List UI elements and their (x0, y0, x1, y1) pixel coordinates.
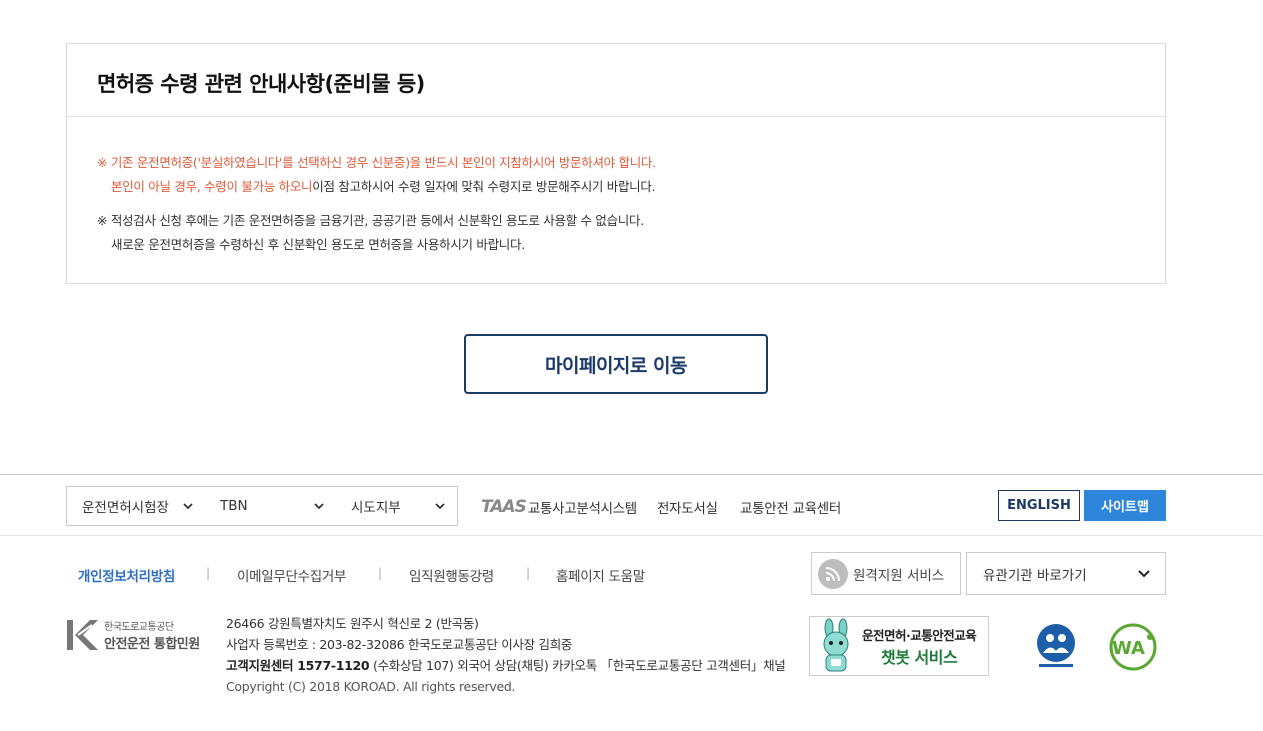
english-button[interactable]: ENGLISH (998, 490, 1080, 521)
related-orgs-label: 유관기관 바로가기 (983, 567, 1087, 584)
notice-title: 면허증 수령 관련 안내사항(준비물 등) (97, 72, 425, 96)
privacy-policy-link[interactable]: 개인정보처리방침 (78, 565, 175, 585)
address-text: 26466 강원특별자치도 원주시 혁신로 2 (반곡동) (226, 616, 479, 631)
logo-service-name: 안전운전 통합민원 (104, 637, 200, 652)
select-label: TBN (220, 498, 248, 514)
call-center-detail: (수화상담 107) 외국어 상담(채팅) 카카오톡 「한국도로교통공단 고객센… (369, 658, 786, 673)
homepage-help-link[interactable]: 홈페이지 도움말 (556, 565, 645, 585)
call-center-text: 고객지원센터 1577-1120 (수화상담 107) 외국어 상담(채팅) 카… (226, 655, 786, 676)
select-branch[interactable]: 시도지부 (336, 486, 458, 526)
notice-line: ※ 기존 운전면허증('분실하였습니다'를 선택하신 경우 신분증)을 반드시 … (97, 155, 656, 170)
rss-icon (818, 558, 848, 589)
code-of-conduct-link[interactable]: 임직원행동강령 (409, 565, 494, 585)
separator: | (206, 566, 211, 580)
chatbot-title: 챗봇 서비스 (881, 647, 958, 667)
notice-body: ※ 기존 운전면허증('분실하였습니다'를 선택하신 경우 신분증)을 반드시 … (67, 117, 1165, 257)
privacy-certification-badge-icon (1037, 624, 1075, 667)
notice-line: 본인이 아닐 경우, 수령이 불가능 하오니이점 참고하시어 수령 일자에 맞춰… (97, 175, 1135, 199)
taas-link[interactable]: TAAS 교통사고분석시스템 (481, 497, 637, 517)
related-orgs-select[interactable]: 유관기관 바로가기 (966, 552, 1166, 595)
separator: | (378, 566, 383, 580)
chevron-down-icon (183, 503, 193, 510)
remote-support-label: 원격지원 서비스 (853, 567, 945, 584)
notice-box: 면허증 수령 관련 안내사항(준비물 등) ※ 기존 운전면허증('분실하였습니… (66, 43, 1166, 284)
notice-paragraph-2: ※ 적성검사 신청 후에는 기존 운전면허증을 금융기관, 공공기관 등에서 신… (97, 209, 1135, 257)
chatbot-mascot-icon (823, 618, 849, 672)
koroad-logo-icon (67, 620, 98, 650)
select-test-center[interactable]: 운전면허시험장 (66, 486, 206, 526)
taas-logo: TAAS (481, 497, 527, 517)
chatbot-service-banner[interactable]: 운전면허·교통안전교육 챗봇 서비스 (809, 616, 989, 676)
taas-label: 교통사고분석시스템 (527, 501, 637, 517)
chatbot-subtitle: 운전면허·교통안전교육 (862, 627, 977, 643)
chevron-down-icon (435, 503, 445, 510)
sitemap-button[interactable]: 사이트맵 (1084, 490, 1166, 521)
ebook-library-link[interactable]: 전자도서실 (657, 497, 718, 517)
traffic-education-link[interactable]: 교통안전 교육센터 (740, 497, 841, 517)
notice-line: ※ 적성검사 신청 후에는 기존 운전면허증을 금융기관, 공공기관 등에서 신… (97, 213, 644, 228)
footer-address-block: 26466 강원특별자치도 원주시 혁신로 2 (반곡동) 사업자 등록번호 :… (226, 613, 786, 697)
select-label: 운전면허시험장 (82, 500, 169, 516)
notice-warning-text: 본인이 아닐 경우, 수령이 불가능 하오니 (111, 179, 313, 194)
email-refusal-link[interactable]: 이메일무단수집거부 (237, 565, 346, 585)
chevron-down-icon (314, 503, 324, 510)
chevron-down-icon (1138, 570, 1150, 578)
select-label: 시도지부 (351, 500, 401, 516)
call-center-label: 고객지원센터 1577-1120 (226, 658, 370, 673)
notice-paragraph-1: ※ 기존 운전면허증('분실하였습니다'를 선택하신 경우 신분증)을 반드시 … (97, 151, 1135, 199)
copyright-text: Copyright (C) 2018 KOROAD. All rights re… (226, 679, 516, 694)
web-accessibility-badge-icon: WA (1109, 623, 1157, 671)
notice-text: 이점 참고하시어 수령 일자에 맞춰 수령지로 방문해주시기 바랍니다. (312, 179, 656, 194)
footer-divider (0, 474, 1263, 475)
business-number-text: 사업자 등록번호 : 203-82-32086 한국도로교통공단 이사장 김희중 (226, 637, 573, 652)
notice-line: 새로운 운전면허증을 수령하신 후 신분확인 용도로 면허증을 사용하시기 바랍… (111, 237, 525, 252)
separator: | (526, 566, 531, 580)
footer-divider (0, 535, 1263, 536)
notice-header: 면허증 수령 관련 안내사항(준비물 등) (67, 44, 1165, 117)
select-tbn[interactable]: TBN (205, 486, 337, 526)
koroad-logo: 한국도로교통공단 안전운전 통합민원 (66, 617, 200, 653)
logo-org-name: 한국도로교통공단 (104, 622, 174, 633)
svg-text:WA: WA (1112, 638, 1145, 659)
go-mypage-button[interactable]: 마이페이지로 이동 (464, 334, 768, 394)
remote-support-button[interactable]: 원격지원 서비스 (811, 552, 961, 595)
